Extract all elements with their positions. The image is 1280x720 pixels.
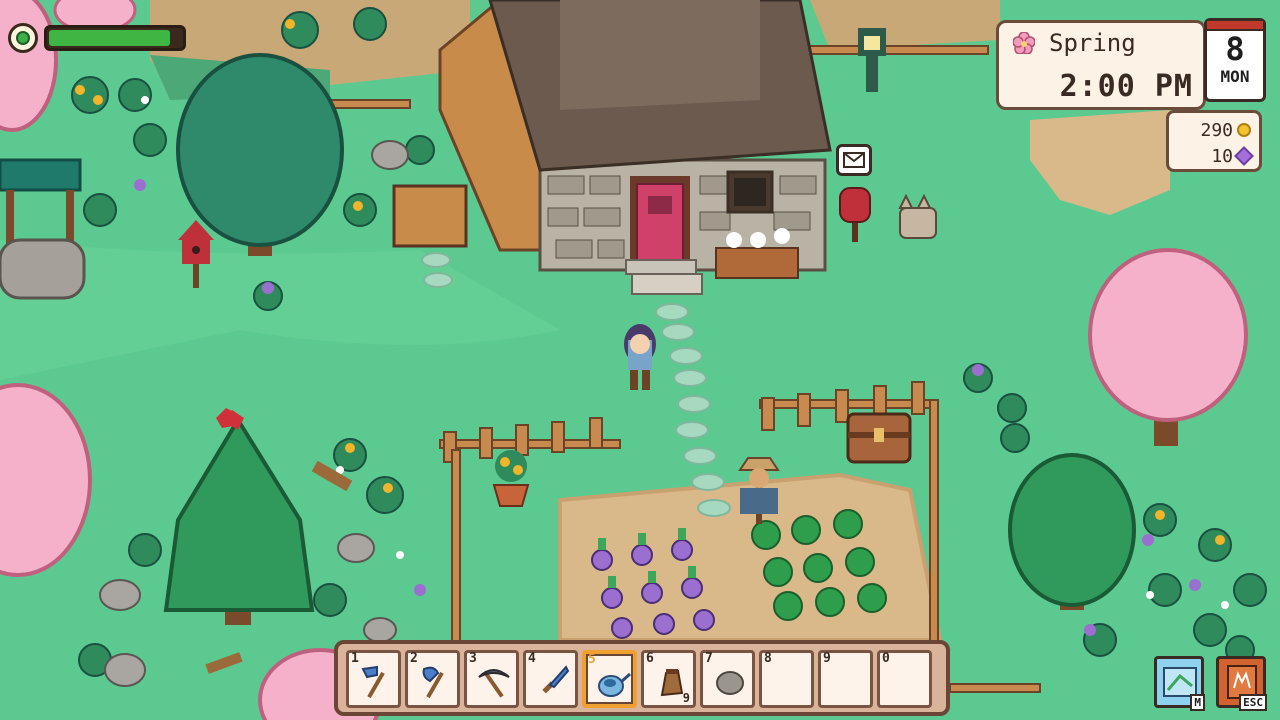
seed-quantity: 9: [682, 691, 690, 705]
calendar-weekday: MON: [1220, 67, 1250, 86]
gem-icon: [1234, 146, 1254, 166]
season-label: Spring: [1049, 29, 1136, 57]
energy-fill: [49, 30, 171, 46]
hotbar-slot-9[interactable]: 9: [818, 650, 873, 708]
time-display: 2:00 PM: [1059, 69, 1193, 104]
energy-meter: [8, 22, 190, 54]
map-key-label: M: [1190, 694, 1205, 711]
hotbar-slot-8[interactable]: 8: [759, 650, 814, 708]
hotbar-slot-4[interactable]: 4: [523, 650, 578, 708]
shipping-bin[interactable]: [392, 184, 468, 248]
energy-icon: [8, 23, 38, 53]
sickle-icon: [542, 665, 570, 694]
menu-button[interactable]: ESC: [1216, 656, 1267, 711]
hotbar-slot-3[interactable]: 3: [464, 650, 519, 708]
hotbar-slot-2[interactable]: 2: [405, 650, 460, 708]
clock-panel: Spring 2:00 PM: [996, 20, 1206, 110]
menu-key-label: ESC: [1239, 694, 1267, 711]
storage-chest[interactable]: [846, 412, 912, 464]
currency-panel: 290 10: [1166, 110, 1262, 172]
hotbar-slot-7[interactable]: 7: [700, 650, 755, 708]
hoe-icon: [361, 665, 385, 699]
gold-coin-icon: [1237, 123, 1251, 137]
watering-can-icon: [598, 672, 631, 697]
gold-amount: 290: [1200, 119, 1233, 141]
hotbar-slot-1[interactable]: 1: [346, 650, 401, 708]
mail-notification[interactable]: [836, 144, 872, 176]
stone-icon: [716, 671, 744, 695]
calendar-badge: 8 MON: [1204, 18, 1266, 102]
hotbar-slot-0[interactable]: 0: [877, 650, 932, 708]
pickaxe-icon: [478, 669, 510, 698]
hotbar-slot-6[interactable]: 6 9: [641, 650, 696, 708]
season-display: Spring: [1012, 29, 1136, 57]
gem-amount: 10: [1211, 145, 1233, 167]
axe-icon: [422, 666, 444, 699]
energy-bar: [44, 25, 186, 51]
tool-hotbar: 1 2 3 4 5 6 9 7 8 9 0: [334, 640, 950, 716]
map-button[interactable]: M: [1154, 656, 1205, 711]
hotbar-slot-5[interactable]: 5: [582, 650, 637, 708]
farmhouse[interactable]: [438, 0, 832, 295]
envelope-icon: [843, 152, 865, 168]
calendar-day: 8: [1225, 30, 1245, 68]
blossom-icon: [1012, 31, 1036, 55]
